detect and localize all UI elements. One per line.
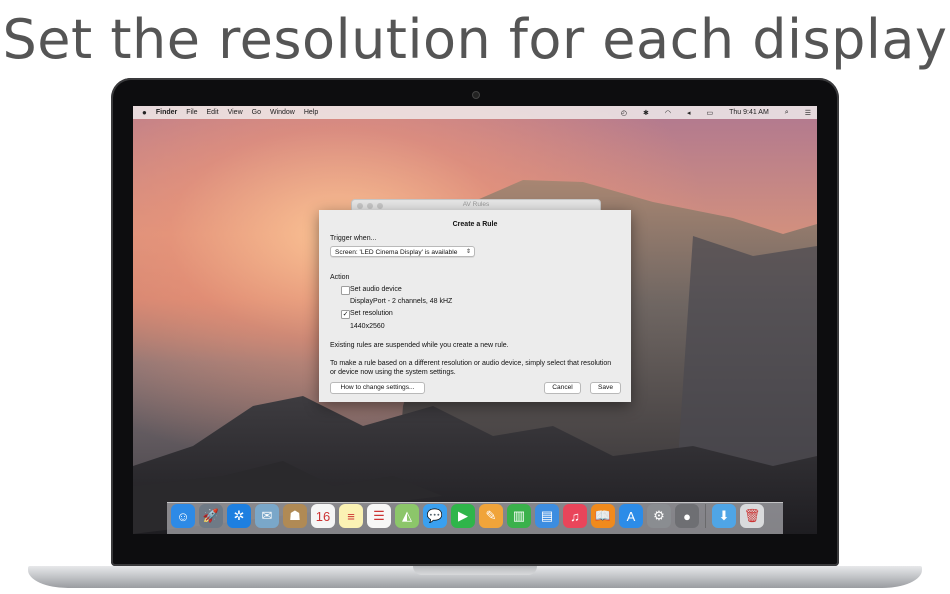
action-label: Action — [330, 274, 350, 281]
menu-help[interactable]: Help — [304, 109, 318, 116]
system-preferences-icon[interactable]: ⚙ — [647, 504, 671, 528]
dock-icons: ☺ 🚀 ✲ ✉ ☗ 16 ≡ ☰ ◭ 💬 ▶ ✎ ▥ ▤ ♫ 📖 A ⚙ ● ⬇ 🗑 — [171, 504, 764, 528]
app-icon[interactable]: ● — [675, 504, 699, 528]
cancel-button[interactable]: Cancel — [544, 382, 581, 394]
sheet-title: Create a Rule — [452, 221, 498, 228]
note-instructions-1: To make a rule based on a different reso… — [330, 360, 612, 367]
menu-go[interactable]: Go — [252, 109, 261, 116]
keynote-icon[interactable]: ▤ — [535, 504, 559, 528]
menu-file[interactable]: File — [186, 109, 197, 116]
volume-icon[interactable]: ◂ — [687, 109, 691, 117]
calendar-icon[interactable]: 16 — [311, 504, 335, 528]
maps-icon[interactable]: ◭ — [395, 504, 419, 528]
audio-device-label[interactable]: Set audio device — [350, 286, 402, 293]
menu-view[interactable]: View — [228, 109, 243, 116]
apple-menu-icon[interactable]: ● — [142, 108, 147, 117]
note-suspended: Existing rules are suspended while you c… — [330, 342, 509, 349]
window-title: AV Rules — [462, 201, 490, 208]
facetime-icon[interactable]: ▶ — [451, 504, 475, 528]
mail-stamp-icon[interactable]: ✉ — [255, 504, 279, 528]
audio-device-value: DisplayPort - 2 channels, 48 kHZ — [350, 298, 453, 305]
trash-icon[interactable]: 🗑 — [740, 504, 764, 528]
menu-edit[interactable]: Edit — [207, 109, 219, 116]
save-button[interactable]: Save — [590, 382, 621, 394]
safari-icon[interactable]: ✲ — [227, 504, 251, 528]
resolution-value: 1440x2560 — [350, 323, 385, 330]
audio-device-checkbox[interactable] — [341, 286, 350, 295]
itunes-icon[interactable]: ♫ — [563, 504, 587, 528]
notification-center-icon[interactable]: ☰ — [805, 109, 811, 117]
contacts-icon[interactable]: ☗ — [283, 504, 307, 528]
note-instructions-2: or device now using the system settings. — [330, 369, 456, 376]
downloads-folder-icon[interactable]: ⬇ — [712, 504, 736, 528]
menu-window[interactable]: Window — [270, 109, 295, 116]
bluetooth-icon[interactable]: ✱ — [643, 109, 649, 117]
laptop-notch — [413, 566, 537, 575]
select-arrows-icon: ⇕ — [465, 249, 471, 255]
reminders-icon[interactable]: ☰ — [367, 504, 391, 528]
time-machine-icon[interactable]: ◴ — [621, 109, 627, 117]
menu-app-finder[interactable]: Finder — [156, 109, 177, 116]
menu-clock[interactable]: Thu 9:41 AM — [729, 109, 769, 116]
ibooks-icon[interactable]: 📖 — [591, 504, 615, 528]
launchpad-icon[interactable]: 🚀 — [199, 504, 223, 528]
app-store-icon[interactable]: A — [619, 504, 643, 528]
screen: ● Finder File Edit View Go Window Help ◴… — [133, 106, 817, 534]
trigger-select-value: Screen: 'LED Cinema Display' is availabl… — [335, 249, 458, 256]
headline: Set the resolution for each display — [2, 8, 948, 71]
spotlight-search-icon[interactable]: ⌕ — [785, 109, 789, 117]
wifi-icon[interactable]: ◠ — [665, 109, 671, 117]
dock-separator — [705, 504, 706, 528]
trigger-select[interactable]: Screen: 'LED Cinema Display' is availabl… — [330, 246, 475, 257]
messages-icon[interactable]: 💬 — [423, 504, 447, 528]
create-rule-sheet: Create a Rule Trigger when... Screen: 'L… — [319, 210, 631, 402]
how-to-change-settings-button[interactable]: How to change settings... — [330, 382, 425, 394]
resolution-checkbox[interactable]: ✓ — [341, 310, 350, 319]
notes-icon[interactable]: ≡ — [339, 504, 363, 528]
trigger-label: Trigger when... — [330, 235, 377, 242]
finder-icon[interactable]: ☺ — [171, 504, 195, 528]
camera — [472, 91, 480, 99]
menu-bar: ● Finder File Edit View Go Window Help ◴… — [133, 106, 817, 119]
pages-icon[interactable]: ✎ — [479, 504, 503, 528]
resolution-label[interactable]: Set resolution — [350, 310, 393, 317]
battery-icon[interactable]: ▭ — [706, 109, 713, 117]
numbers-icon[interactable]: ▥ — [507, 504, 531, 528]
